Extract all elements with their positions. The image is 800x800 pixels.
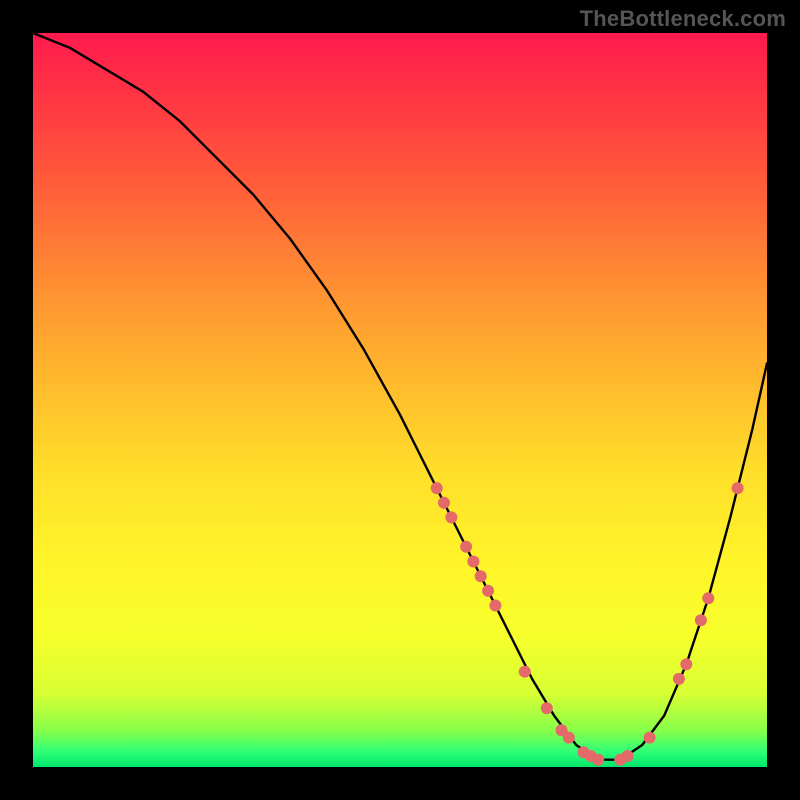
curve-marker <box>541 702 553 714</box>
watermark-text: TheBottleneck.com <box>580 6 786 32</box>
curve-marker <box>592 754 604 766</box>
curve-marker <box>702 592 714 604</box>
curve-markers <box>431 482 744 766</box>
curve-marker <box>431 482 443 494</box>
curve-marker <box>644 732 656 744</box>
curve-marker <box>695 614 707 626</box>
curve-marker <box>489 600 501 612</box>
plot-area <box>33 33 767 767</box>
curve-marker <box>563 732 575 744</box>
curve-marker <box>732 482 744 494</box>
bottleneck-curve-line <box>33 33 767 760</box>
curve-marker <box>460 541 472 553</box>
curve-marker <box>467 556 479 568</box>
curve-marker <box>680 658 692 670</box>
curve-marker <box>438 497 450 509</box>
curve-marker <box>445 511 457 523</box>
curve-marker <box>673 673 685 685</box>
curve-marker <box>622 750 634 762</box>
curve-marker <box>519 666 531 678</box>
curve-marker <box>475 570 487 582</box>
chart-frame: TheBottleneck.com <box>0 0 800 800</box>
curve-marker <box>482 585 494 597</box>
curve-layer <box>33 33 767 767</box>
